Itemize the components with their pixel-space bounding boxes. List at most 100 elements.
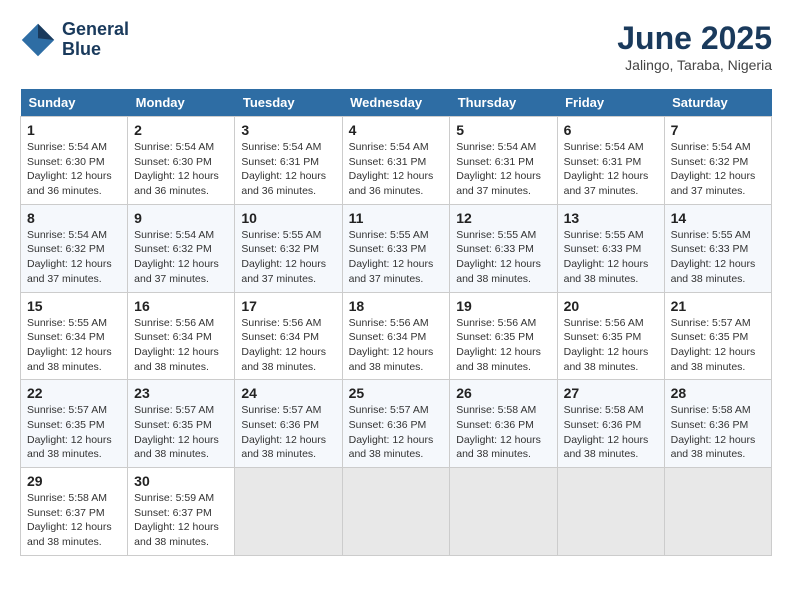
calendar-subtitle: Jalingo, Taraba, Nigeria xyxy=(617,57,772,73)
calendar-cell: 17 Sunrise: 5:56 AM Sunset: 6:34 PM Dayl… xyxy=(235,292,342,380)
day-info: Sunrise: 5:54 AM Sunset: 6:31 PM Dayligh… xyxy=(241,140,335,199)
day-info: Sunrise: 5:56 AM Sunset: 6:35 PM Dayligh… xyxy=(564,316,658,375)
calendar-cell xyxy=(450,468,557,556)
calendar-cell: 8 Sunrise: 5:54 AM Sunset: 6:32 PM Dayli… xyxy=(21,204,128,292)
calendar-cell: 16 Sunrise: 5:56 AM Sunset: 6:34 PM Dayl… xyxy=(128,292,235,380)
day-info: Sunrise: 5:54 AM Sunset: 6:31 PM Dayligh… xyxy=(456,140,550,199)
day-number: 7 xyxy=(671,122,765,138)
logo-text: General Blue xyxy=(62,20,129,60)
day-number: 30 xyxy=(134,473,228,489)
week-row-4: 22 Sunrise: 5:57 AM Sunset: 6:35 PM Dayl… xyxy=(21,380,772,468)
day-number: 20 xyxy=(564,298,658,314)
calendar-cell: 3 Sunrise: 5:54 AM Sunset: 6:31 PM Dayli… xyxy=(235,117,342,205)
calendar-cell: 27 Sunrise: 5:58 AM Sunset: 6:36 PM Dayl… xyxy=(557,380,664,468)
day-info: Sunrise: 5:54 AM Sunset: 6:30 PM Dayligh… xyxy=(134,140,228,199)
title-section: June 2025 Jalingo, Taraba, Nigeria xyxy=(617,20,772,73)
calendar-cell: 6 Sunrise: 5:54 AM Sunset: 6:31 PM Dayli… xyxy=(557,117,664,205)
day-number: 13 xyxy=(564,210,658,226)
week-row-3: 15 Sunrise: 5:55 AM Sunset: 6:34 PM Dayl… xyxy=(21,292,772,380)
day-number: 10 xyxy=(241,210,335,226)
day-number: 1 xyxy=(27,122,121,138)
header-sunday: Sunday xyxy=(21,89,128,117)
calendar-cell: 28 Sunrise: 5:58 AM Sunset: 6:36 PM Dayl… xyxy=(664,380,771,468)
day-number: 21 xyxy=(671,298,765,314)
calendar-cell xyxy=(235,468,342,556)
calendar-cell: 2 Sunrise: 5:54 AM Sunset: 6:30 PM Dayli… xyxy=(128,117,235,205)
day-info: Sunrise: 5:58 AM Sunset: 6:37 PM Dayligh… xyxy=(27,491,121,550)
day-number: 19 xyxy=(456,298,550,314)
calendar-cell: 5 Sunrise: 5:54 AM Sunset: 6:31 PM Dayli… xyxy=(450,117,557,205)
header-saturday: Saturday xyxy=(664,89,771,117)
calendar-cell: 11 Sunrise: 5:55 AM Sunset: 6:33 PM Dayl… xyxy=(342,204,450,292)
day-number: 5 xyxy=(456,122,550,138)
page-header: General Blue June 2025 Jalingo, Taraba, … xyxy=(20,20,772,73)
calendar-table: SundayMondayTuesdayWednesdayThursdayFrid… xyxy=(20,89,772,556)
day-info: Sunrise: 5:55 AM Sunset: 6:33 PM Dayligh… xyxy=(671,228,765,287)
day-info: Sunrise: 5:55 AM Sunset: 6:32 PM Dayligh… xyxy=(241,228,335,287)
day-info: Sunrise: 5:55 AM Sunset: 6:33 PM Dayligh… xyxy=(564,228,658,287)
day-info: Sunrise: 5:54 AM Sunset: 6:31 PM Dayligh… xyxy=(349,140,444,199)
calendar-cell: 25 Sunrise: 5:57 AM Sunset: 6:36 PM Dayl… xyxy=(342,380,450,468)
day-number: 4 xyxy=(349,122,444,138)
day-info: Sunrise: 5:56 AM Sunset: 6:34 PM Dayligh… xyxy=(349,316,444,375)
week-row-1: 1 Sunrise: 5:54 AM Sunset: 6:30 PM Dayli… xyxy=(21,117,772,205)
calendar-cell: 15 Sunrise: 5:55 AM Sunset: 6:34 PM Dayl… xyxy=(21,292,128,380)
calendar-title: June 2025 xyxy=(617,20,772,57)
header-monday: Monday xyxy=(128,89,235,117)
day-info: Sunrise: 5:57 AM Sunset: 6:36 PM Dayligh… xyxy=(349,403,444,462)
calendar-cell: 19 Sunrise: 5:56 AM Sunset: 6:35 PM Dayl… xyxy=(450,292,557,380)
calendar-cell: 7 Sunrise: 5:54 AM Sunset: 6:32 PM Dayli… xyxy=(664,117,771,205)
calendar-cell: 30 Sunrise: 5:59 AM Sunset: 6:37 PM Dayl… xyxy=(128,468,235,556)
day-info: Sunrise: 5:54 AM Sunset: 6:30 PM Dayligh… xyxy=(27,140,121,199)
day-number: 22 xyxy=(27,385,121,401)
day-info: Sunrise: 5:56 AM Sunset: 6:34 PM Dayligh… xyxy=(241,316,335,375)
day-number: 17 xyxy=(241,298,335,314)
day-number: 18 xyxy=(349,298,444,314)
calendar-cell: 24 Sunrise: 5:57 AM Sunset: 6:36 PM Dayl… xyxy=(235,380,342,468)
week-row-5: 29 Sunrise: 5:58 AM Sunset: 6:37 PM Dayl… xyxy=(21,468,772,556)
calendar-cell xyxy=(557,468,664,556)
day-number: 3 xyxy=(241,122,335,138)
day-number: 9 xyxy=(134,210,228,226)
day-number: 6 xyxy=(564,122,658,138)
calendar-cell: 10 Sunrise: 5:55 AM Sunset: 6:32 PM Dayl… xyxy=(235,204,342,292)
day-info: Sunrise: 5:59 AM Sunset: 6:37 PM Dayligh… xyxy=(134,491,228,550)
calendar-cell: 13 Sunrise: 5:55 AM Sunset: 6:33 PM Dayl… xyxy=(557,204,664,292)
calendar-header-row: SundayMondayTuesdayWednesdayThursdayFrid… xyxy=(21,89,772,117)
calendar-cell: 20 Sunrise: 5:56 AM Sunset: 6:35 PM Dayl… xyxy=(557,292,664,380)
day-info: Sunrise: 5:54 AM Sunset: 6:32 PM Dayligh… xyxy=(27,228,121,287)
logo: General Blue xyxy=(20,20,129,60)
calendar-cell: 18 Sunrise: 5:56 AM Sunset: 6:34 PM Dayl… xyxy=(342,292,450,380)
day-number: 8 xyxy=(27,210,121,226)
calendar-cell: 23 Sunrise: 5:57 AM Sunset: 6:35 PM Dayl… xyxy=(128,380,235,468)
day-number: 28 xyxy=(671,385,765,401)
calendar-cell: 14 Sunrise: 5:55 AM Sunset: 6:33 PM Dayl… xyxy=(664,204,771,292)
day-info: Sunrise: 5:56 AM Sunset: 6:34 PM Dayligh… xyxy=(134,316,228,375)
day-number: 29 xyxy=(27,473,121,489)
day-number: 25 xyxy=(349,385,444,401)
day-number: 26 xyxy=(456,385,550,401)
day-info: Sunrise: 5:57 AM Sunset: 6:36 PM Dayligh… xyxy=(241,403,335,462)
day-number: 11 xyxy=(349,210,444,226)
calendar-cell: 26 Sunrise: 5:58 AM Sunset: 6:36 PM Dayl… xyxy=(450,380,557,468)
day-number: 12 xyxy=(456,210,550,226)
day-info: Sunrise: 5:54 AM Sunset: 6:31 PM Dayligh… xyxy=(564,140,658,199)
week-row-2: 8 Sunrise: 5:54 AM Sunset: 6:32 PM Dayli… xyxy=(21,204,772,292)
day-info: Sunrise: 5:57 AM Sunset: 6:35 PM Dayligh… xyxy=(27,403,121,462)
day-number: 14 xyxy=(671,210,765,226)
day-info: Sunrise: 5:56 AM Sunset: 6:35 PM Dayligh… xyxy=(456,316,550,375)
calendar-cell: 1 Sunrise: 5:54 AM Sunset: 6:30 PM Dayli… xyxy=(21,117,128,205)
calendar-cell: 29 Sunrise: 5:58 AM Sunset: 6:37 PM Dayl… xyxy=(21,468,128,556)
day-info: Sunrise: 5:54 AM Sunset: 6:32 PM Dayligh… xyxy=(134,228,228,287)
header-wednesday: Wednesday xyxy=(342,89,450,117)
day-number: 16 xyxy=(134,298,228,314)
calendar-cell xyxy=(664,468,771,556)
calendar-cell: 22 Sunrise: 5:57 AM Sunset: 6:35 PM Dayl… xyxy=(21,380,128,468)
calendar-cell: 21 Sunrise: 5:57 AM Sunset: 6:35 PM Dayl… xyxy=(664,292,771,380)
day-number: 23 xyxy=(134,385,228,401)
day-info: Sunrise: 5:55 AM Sunset: 6:33 PM Dayligh… xyxy=(349,228,444,287)
calendar-cell: 12 Sunrise: 5:55 AM Sunset: 6:33 PM Dayl… xyxy=(450,204,557,292)
day-info: Sunrise: 5:55 AM Sunset: 6:33 PM Dayligh… xyxy=(456,228,550,287)
header-thursday: Thursday xyxy=(450,89,557,117)
day-info: Sunrise: 5:58 AM Sunset: 6:36 PM Dayligh… xyxy=(671,403,765,462)
